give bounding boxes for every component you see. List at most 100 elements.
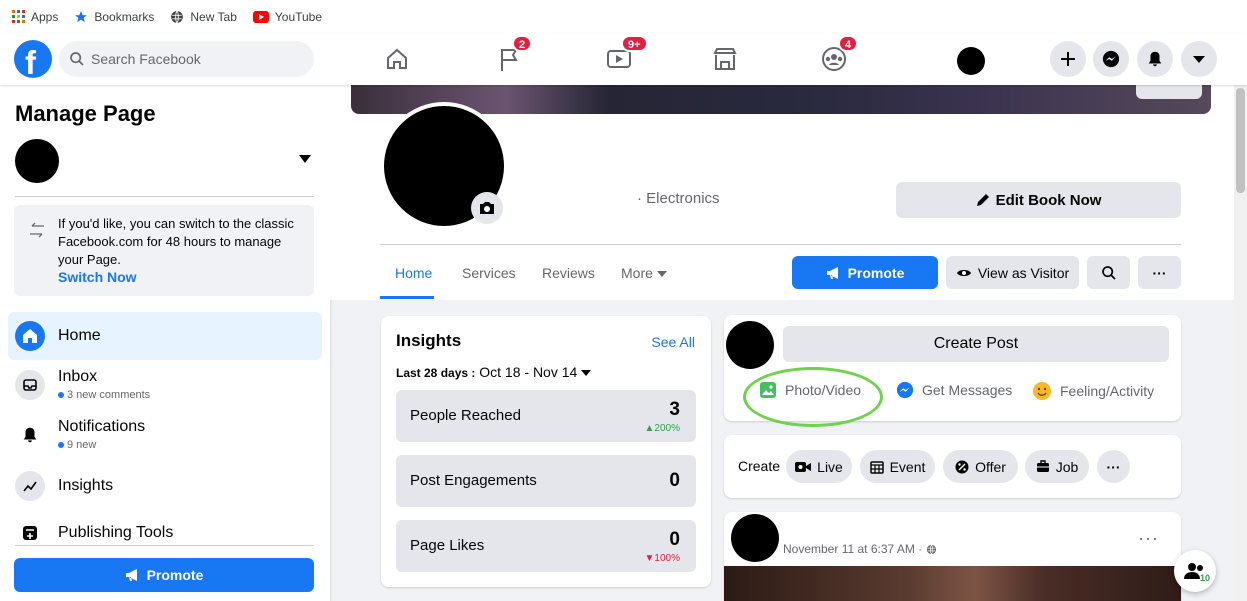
tab-more[interactable]: More — [621, 265, 667, 281]
top-navigation: f 2 9+ 4 — [0, 33, 1247, 85]
account-menu-button[interactable] — [1181, 41, 1217, 77]
insights-title: Insights — [396, 331, 462, 350]
live-button[interactable]: Live — [786, 450, 852, 483]
scrollbar-thumb[interactable] — [1236, 88, 1245, 193]
update-profile-picture-button[interactable] — [471, 192, 503, 224]
contacts-button[interactable]: 10 — [1174, 550, 1216, 592]
live-video-icon — [795, 461, 812, 473]
tab-services[interactable]: Services — [462, 265, 516, 281]
profile-avatar[interactable] — [957, 47, 985, 75]
sidebar-item-label: Home — [58, 327, 101, 344]
post-timestamp[interactable]: November 11 at 6:37 AM · — [783, 542, 937, 556]
divider — [380, 244, 1181, 245]
classic-notice-text: If you'd like, you can switch to the cla… — [58, 216, 294, 267]
date-range-label: Last 28 days : — [396, 366, 476, 380]
facebook-logo[interactable]: f — [14, 40, 52, 81]
search-box[interactable] — [59, 41, 314, 77]
metric-value: 0 — [669, 470, 680, 491]
sidebar-item-inbox[interactable]: Inbox 3 new comments — [8, 361, 322, 409]
offer-tag-icon — [955, 460, 969, 474]
sidebar-item-notifications[interactable]: Notifications 9 new — [8, 411, 322, 459]
page-search-button[interactable] — [1087, 256, 1130, 289]
metric-post-engagements[interactable]: Post Engagements 0 — [396, 455, 696, 507]
edit-book-now-button[interactable]: Edit Book Now — [896, 182, 1181, 218]
sidebar-item-home[interactable]: Home — [8, 312, 322, 360]
promote-label: Promote — [847, 264, 905, 281]
view-as-visitor-button[interactable]: View as Visitor — [946, 256, 1079, 289]
bookmark-youtube[interactable]: YouTube — [252, 10, 322, 24]
home-icon — [15, 321, 45, 351]
chevron-down-icon — [1192, 54, 1206, 64]
bookmark-label: Bookmarks — [94, 9, 155, 24]
apps-grid-icon — [12, 10, 25, 23]
classic-switch-notice: If you'd like, you can switch to the cla… — [14, 205, 314, 296]
tab-home[interactable]: Home — [395, 265, 432, 281]
metric-change: ▲200% — [644, 423, 680, 434]
post-more-button[interactable]: ··· — [1138, 528, 1159, 549]
home-icon — [379, 41, 415, 77]
nav-home[interactable] — [379, 41, 415, 77]
pill-label: Live — [817, 458, 843, 475]
notification-badge: 2 — [512, 35, 533, 52]
cover-photo[interactable] — [351, 77, 1211, 114]
notifications-button[interactable] — [1137, 41, 1173, 77]
post-image[interactable] — [724, 566, 1181, 601]
manage-page-sidebar: Manage Page If you'd like, you can switc… — [0, 85, 330, 601]
search-icon — [69, 51, 85, 67]
pill-label: Offer — [975, 458, 1006, 475]
create-post-button[interactable]: Create Post — [783, 326, 1169, 362]
notification-badge: 4 — [838, 35, 859, 52]
option-label: Photo/Video — [785, 382, 862, 398]
page-switcher-dropdown-icon[interactable] — [299, 155, 311, 163]
get-messages-button[interactable]: Get Messages — [896, 381, 1012, 399]
bookmark-new-tab[interactable]: New Tab — [170, 10, 237, 24]
create-button[interactable] — [1050, 41, 1086, 77]
header-promote-button[interactable]: Promote — [792, 256, 938, 289]
job-button[interactable]: Job — [1025, 450, 1089, 483]
post-author-avatar[interactable] — [731, 514, 779, 562]
sidebar-item-publishing-tools[interactable]: Publishing Tools — [8, 509, 322, 557]
option-label: Feeling/Activity — [1060, 383, 1155, 399]
event-button[interactable]: Event — [860, 450, 935, 483]
megaphone-icon — [125, 568, 141, 582]
megaphone-icon — [826, 266, 842, 280]
switch-now-link[interactable]: Switch Now — [58, 269, 137, 285]
contacts-count: 10 — [1199, 573, 1210, 583]
metric-people-reached[interactable]: People Reached 3 ▲200% — [396, 390, 696, 442]
sidebar-item-insights[interactable]: Insights — [8, 462, 322, 510]
edit-book-label: Edit Book Now — [995, 191, 1102, 209]
tab-reviews[interactable]: Reviews — [542, 265, 595, 281]
page-avatar[interactable] — [726, 321, 774, 369]
feeling-activity-button[interactable]: Feeling/Activity — [1032, 381, 1154, 401]
promote-button[interactable]: Promote — [14, 558, 314, 592]
see-all-link[interactable]: See All — [651, 334, 695, 350]
date-range-selector[interactable]: Last 28 days : Oct 18 - Nov 14 — [396, 364, 592, 380]
divider — [15, 545, 314, 546]
pill-label: Event — [889, 458, 926, 475]
post-card: November 11 at 6:37 AM · ··· — [724, 512, 1181, 601]
nav-marketplace[interactable] — [707, 41, 743, 77]
star-icon — [74, 10, 88, 24]
more-options-button[interactable]: ··· — [1138, 256, 1181, 289]
nav-pages[interactable]: 2 — [492, 35, 533, 77]
photo-icon — [759, 381, 777, 399]
sidebar-item-label: Insights — [58, 477, 114, 494]
chevron-down-icon — [581, 370, 592, 377]
messenger-button[interactable] — [1093, 41, 1129, 77]
bookmark-apps[interactable]: Apps — [12, 10, 58, 24]
bookmark-bookmarks[interactable]: Bookmarks — [74, 10, 154, 24]
create-bar-card: Create Live Event Offer Job ··· — [724, 435, 1181, 498]
metric-page-likes[interactable]: Page Likes 0 ▼100% — [396, 520, 696, 572]
photo-video-button[interactable]: Photo/Video — [759, 381, 861, 399]
sidebar-item-label: Publishing Tools — [58, 524, 174, 541]
more-dots-icon: ··· — [1106, 458, 1121, 475]
create-more-button[interactable]: ··· — [1097, 450, 1130, 483]
search-icon — [1101, 265, 1117, 281]
metric-label: Post Engagements — [410, 472, 537, 489]
page-avatar[interactable] — [15, 139, 59, 183]
nav-watch[interactable]: 9+ — [601, 35, 648, 77]
search-input[interactable] — [91, 51, 291, 67]
offer-button[interactable]: Offer — [943, 450, 1018, 483]
nav-groups[interactable]: 4 — [816, 35, 859, 77]
page-scrollbar[interactable] — [1234, 33, 1247, 601]
